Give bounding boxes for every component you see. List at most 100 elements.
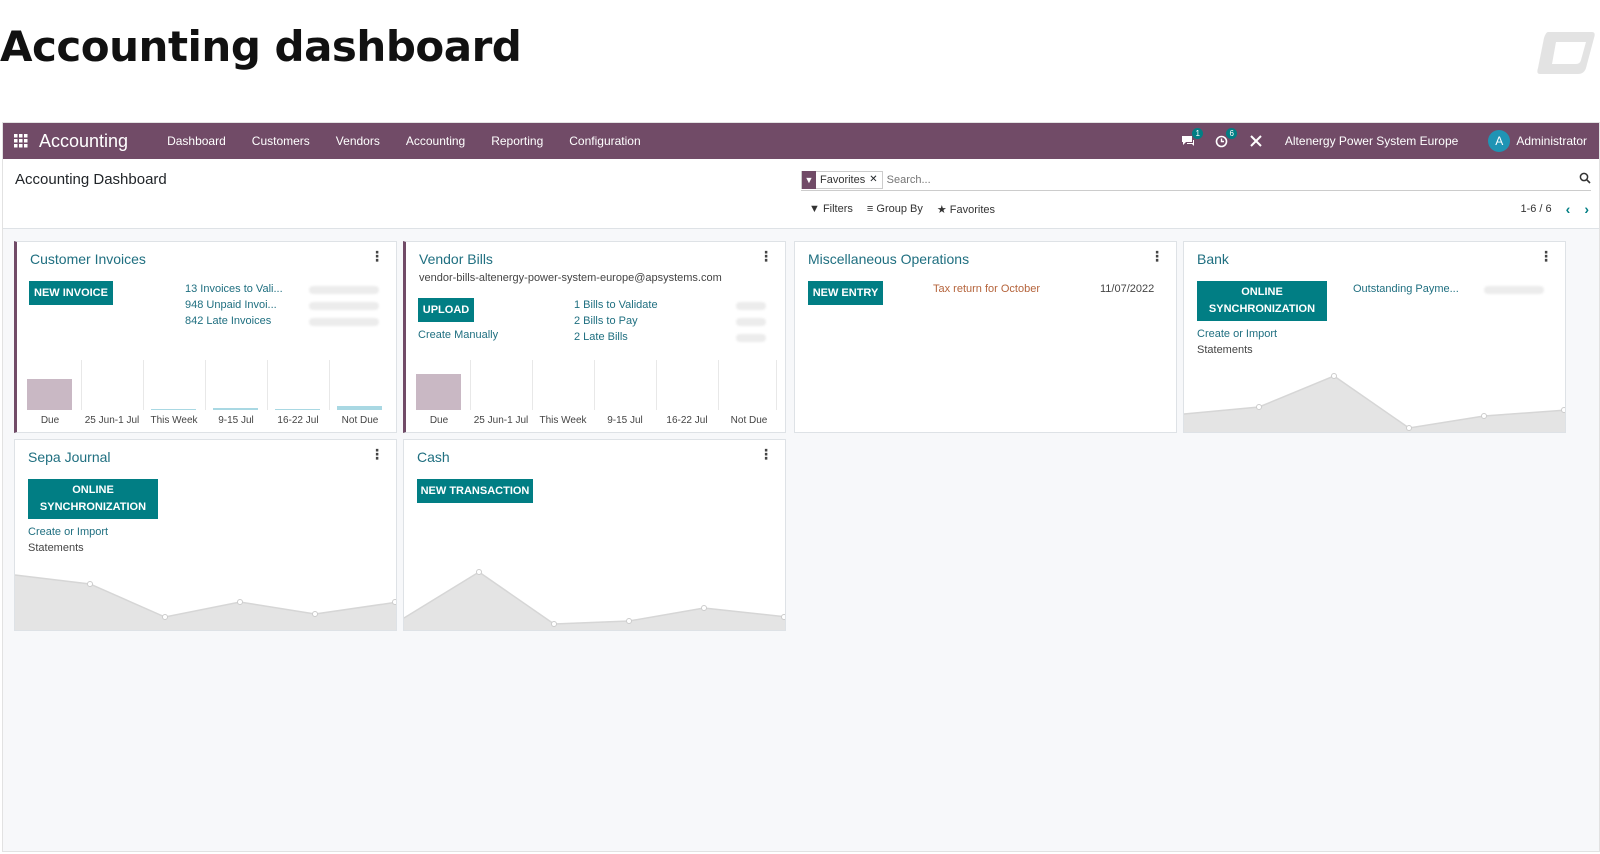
search-icon[interactable] (1579, 172, 1591, 187)
star-icon: ★ (936, 204, 947, 216)
aged-bar-chart[interactable]: Due 25 Jun-1 Jul This Week 9-15 Jul 16-2… (416, 360, 778, 426)
remove-facet-icon[interactable]: ✕ (869, 174, 881, 185)
bar-label: This Week (150, 415, 198, 426)
late-bills-link[interactable]: 2 Late Bills (574, 331, 628, 343)
bar-label: Not Due (341, 415, 379, 426)
sepa-balance-sparkline[interactable] (15, 560, 397, 630)
pager-value[interactable]: 1-6 / 6 (1520, 203, 1551, 215)
new-transaction-button[interactable]: New Transaction (417, 479, 533, 503)
user-menu[interactable]: Administrator (1516, 134, 1587, 148)
bar-label: This Week (539, 415, 587, 426)
cash-balance-sparkline[interactable] (404, 560, 786, 630)
menu-configuration[interactable]: Configuration (556, 134, 653, 148)
unpaid-invoices-link[interactable]: 948 Unpaid Invoi... (185, 299, 277, 311)
breadcrumb: Accounting Dashboard (15, 171, 167, 188)
filter-funnel-icon: ▼ (802, 170, 816, 189)
bar-label: 9-15 Jul (607, 415, 643, 426)
chart-gridline (267, 360, 268, 410)
menu-accounting[interactable]: Accounting (393, 134, 478, 148)
control-panel: Accounting Dashboard ▼ Favorites ✕ ▼ Fil… (3, 159, 1599, 229)
favorites-dropdown[interactable]: ★ Favorites (937, 203, 995, 216)
menu-dashboard[interactable]: Dashboard (154, 134, 239, 148)
new-entry-button[interactable]: New Entry (808, 281, 883, 305)
aged-bar-chart[interactable]: Due 25 Jun-1 Jul This Week 9-15 Jul 16-2… (27, 360, 389, 426)
create-manually-link[interactable]: Create Manually (418, 329, 498, 341)
tax-return-date: 11/07/2022 (1100, 283, 1155, 295)
bar-due (416, 374, 461, 410)
create-or-import-link[interactable]: Create or Import (28, 526, 108, 538)
journal-card-customer-invoices: Customer Invoices ⋮ New Invoice 13 Invoi… (14, 241, 397, 433)
card-title[interactable]: Miscellaneous Operations (808, 251, 969, 267)
debug-tools-icon[interactable] (1239, 135, 1273, 147)
card-menu-icon[interactable]: ⋮ (759, 248, 773, 265)
blurred-amount (736, 302, 766, 310)
chart-gridline (143, 360, 144, 410)
outstanding-payments-link[interactable]: Outstanding Payme... (1353, 283, 1459, 295)
invoices-to-validate-link[interactable]: 13 Invoices to Vali... (185, 283, 283, 295)
card-menu-icon[interactable]: ⋮ (370, 446, 384, 463)
bar-not-due (337, 406, 382, 410)
online-synchronization-button[interactable]: Online Synchronization (28, 479, 158, 519)
navbar-systray: 1 6 Altenergy Power System Europe A Admi… (1171, 127, 1599, 152)
groupby-icon: ≡ (866, 203, 874, 215)
groupby-label: Group By (876, 203, 923, 215)
apps-grid-icon[interactable] (3, 123, 39, 159)
bills-to-pay-link[interactable]: 2 Bills to Pay (574, 315, 638, 327)
bar-label: 25 Jun-1 Jul (84, 415, 140, 426)
bar-16-22-jul (275, 409, 320, 410)
bills-to-validate-link[interactable]: 1 Bills to Validate (574, 299, 658, 311)
bar-label: Due (40, 415, 60, 426)
groupby-dropdown[interactable]: ≡ Group By (867, 203, 923, 216)
bar-label: Due (429, 415, 449, 426)
bar-label: 16-22 Jul (277, 415, 319, 426)
bank-balance-sparkline[interactable] (1184, 362, 1566, 432)
search-options: ▼ Filters ≡ Group By ★ Favorites (809, 203, 995, 216)
chart-gridline (329, 360, 330, 410)
online-synchronization-button[interactable]: Online Synchronization (1197, 281, 1327, 321)
menu-vendors[interactable]: Vendors (323, 134, 393, 148)
blurred-amount (1484, 286, 1544, 294)
search-input[interactable] (886, 173, 1487, 186)
card-title[interactable]: Bank (1197, 251, 1229, 267)
statements-text: Statements (1197, 344, 1253, 356)
vendor-bills-email: vendor-bills-altenergy-power-system-euro… (419, 272, 722, 284)
app-name[interactable]: Accounting (39, 131, 128, 152)
slide-title: Accounting dashboard (0, 22, 522, 71)
card-menu-icon[interactable]: ⋮ (1539, 248, 1553, 265)
top-navbar: Accounting Dashboard Customers Vendors A… (3, 123, 1599, 159)
tax-return-link[interactable]: Tax return for October (933, 283, 1040, 295)
messages-icon[interactable]: 1 (1171, 128, 1205, 147)
late-invoices-link[interactable]: 842 Late Invoices (185, 315, 271, 327)
favorites-label: Favorites (949, 204, 996, 216)
card-title[interactable]: Sepa Journal (28, 449, 111, 465)
card-title[interactable]: Cash (417, 449, 450, 465)
upload-button[interactable]: Upload (418, 298, 474, 322)
bar-label: 9-15 Jul (218, 415, 254, 426)
journal-card-miscellaneous: Miscellaneous Operations ⋮ New Entry Tax… (794, 241, 1177, 433)
menu-customers[interactable]: Customers (239, 134, 323, 148)
search-bar: ▼ Favorites ✕ (801, 169, 1591, 191)
card-menu-icon[interactable]: ⋮ (1150, 248, 1164, 265)
journal-card-bank: Bank ⋮ Online Synchronization Create or … (1183, 241, 1566, 433)
card-title[interactable]: Vendor Bills (419, 251, 493, 267)
card-title[interactable]: Customer Invoices (30, 251, 146, 267)
card-menu-icon[interactable]: ⋮ (759, 446, 773, 463)
menu-reporting[interactable]: Reporting (478, 134, 556, 148)
filters-dropdown[interactable]: ▼ Filters (809, 203, 853, 216)
pager-next-icon[interactable]: › (1584, 201, 1589, 217)
new-invoice-button[interactable]: New Invoice (29, 281, 113, 305)
chart-gridline (205, 360, 206, 410)
pager-previous-icon[interactable]: ‹ (1566, 201, 1571, 217)
create-or-import-link[interactable]: Create or Import (1197, 328, 1277, 340)
messages-count-badge: 1 (1192, 128, 1203, 139)
statements-text: Statements (28, 542, 84, 554)
blurred-amount (309, 302, 379, 310)
facet-label: Favorites (820, 173, 866, 186)
company-switcher[interactable]: Altenergy Power System Europe (1285, 134, 1458, 148)
search-facet: ▼ Favorites ✕ (801, 170, 883, 189)
chart-gridline (81, 360, 82, 410)
user-avatar[interactable]: A (1488, 130, 1511, 152)
activities-clock-icon[interactable]: 6 (1205, 127, 1239, 148)
card-menu-icon[interactable]: ⋮ (370, 248, 384, 265)
chart-gridline (718, 360, 719, 410)
